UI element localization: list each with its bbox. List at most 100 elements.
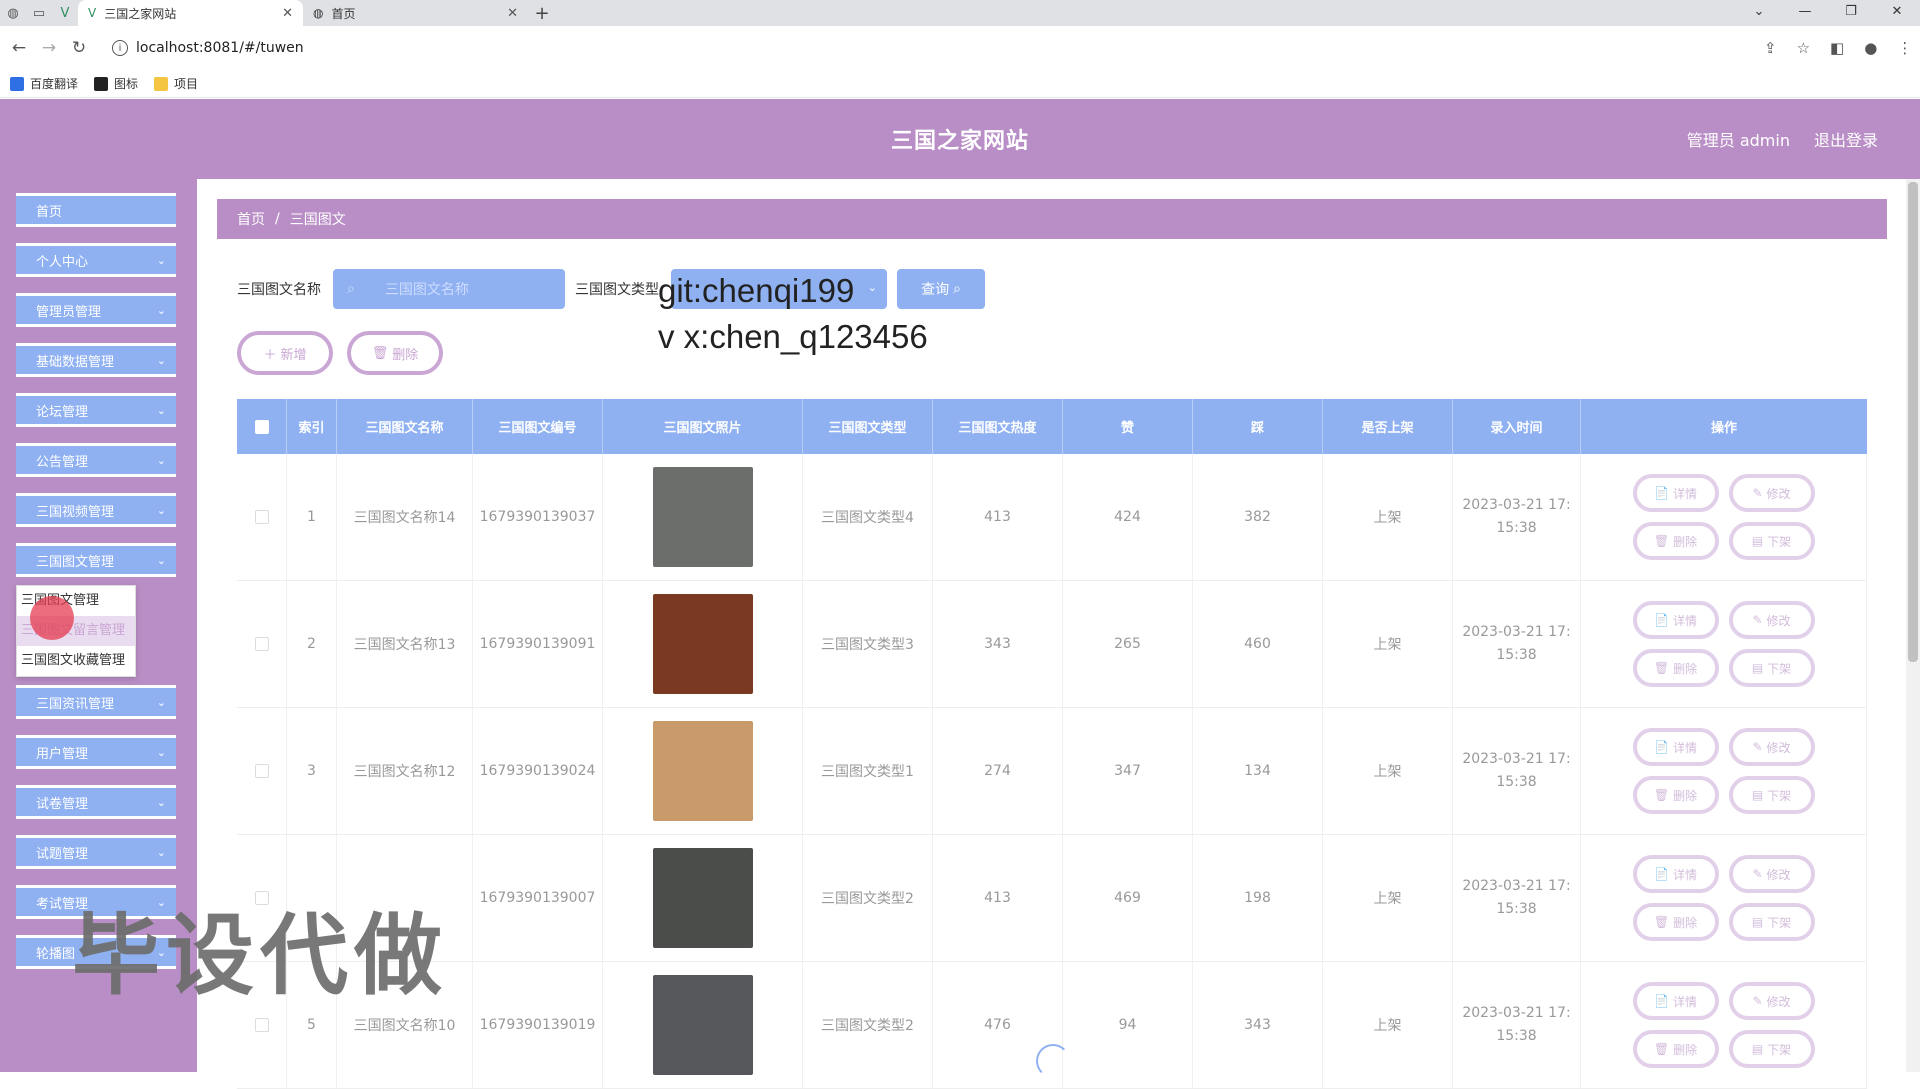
page-scrollbar-thumb[interactable] xyxy=(1908,182,1918,662)
close-icon[interactable]: ✕ xyxy=(282,6,293,21)
sidebar-item-forum[interactable]: 论坛管理 ⌄ xyxy=(16,393,176,427)
delete-button[interactable]: 🗑 删除 xyxy=(1632,776,1719,814)
sidebar-item-tuwen[interactable]: 三国图文管理 ⌄ xyxy=(16,543,176,577)
header-photo[interactable]: 三国图文照片 xyxy=(603,399,803,454)
sidebar-item-admins[interactable]: 管理员管理 ⌄ xyxy=(16,293,176,327)
batch-delete-button[interactable]: 🗑 删除 xyxy=(347,331,443,375)
sidebar-item-basic-data[interactable]: 基础数据管理 ⌄ xyxy=(16,343,176,377)
unshelf-button[interactable]: ▤ 下架 xyxy=(1728,1030,1815,1068)
unshelf-button[interactable]: ▤ 下架 xyxy=(1728,776,1815,814)
watermark-banner: 毕设代做 xyxy=(72,904,449,1007)
index-cell: 3 xyxy=(287,708,337,834)
back-icon[interactable]: ← xyxy=(4,38,34,58)
detail-button[interactable]: 📄 详情 xyxy=(1632,728,1719,766)
select-all-checkbox[interactable] xyxy=(254,419,269,434)
sidebar-item-home[interactable]: 首页 xyxy=(16,193,176,227)
header-index: 索引 xyxy=(287,399,337,454)
header-name[interactable]: 三国图文名称 xyxy=(337,399,473,454)
query-button[interactable]: 查询 ⌕ xyxy=(897,269,985,309)
star-icon[interactable]: ☆ xyxy=(1797,39,1810,57)
reload-icon[interactable]: ↻ xyxy=(64,38,94,58)
url-field[interactable]: i localhost:8081/#/tuwen xyxy=(104,33,1744,63)
detail-button-label: 详情 xyxy=(1672,740,1697,755)
sidepanel-icon[interactable]: ◧ xyxy=(1830,39,1844,57)
breadcrumb-home[interactable]: 首页 xyxy=(237,209,265,229)
profile-icon[interactable]: ● xyxy=(1864,39,1877,57)
header-heat[interactable]: 三国图文热度 xyxy=(933,399,1063,454)
sidebar-item-label: 公告管理 xyxy=(36,454,89,470)
edit-button[interactable]: ✎ 修改 xyxy=(1728,728,1815,766)
shelf-cell: 上架 xyxy=(1323,454,1453,580)
row-checkbox[interactable] xyxy=(254,764,269,778)
tab-inactive[interactable]: ◍ 首页 ✕ xyxy=(303,0,528,26)
sidebar-item-news[interactable]: 三国资讯管理 ⌄ xyxy=(16,685,176,719)
header-date[interactable]: 录入时间 xyxy=(1453,399,1581,454)
time-text: 15:38 xyxy=(1496,647,1537,663)
sidebar-item-profile[interactable]: 个人中心 ⌄ xyxy=(16,243,176,277)
code-cell: 1679390139037 xyxy=(473,454,603,580)
forward-icon[interactable]: → xyxy=(34,38,64,58)
edit-button[interactable]: ✎ 修改 xyxy=(1728,601,1815,639)
like-cell: 469 xyxy=(1063,835,1193,961)
globe-icon[interactable]: ◍ xyxy=(0,0,26,26)
close-icon[interactable]: ✕ xyxy=(507,6,518,21)
unshelf-button[interactable]: ▤ 下架 xyxy=(1728,903,1815,941)
unshelf-button[interactable]: ▤ 下架 xyxy=(1728,649,1815,687)
detail-button[interactable]: 📄 详情 xyxy=(1632,982,1719,1020)
time-text: 15:38 xyxy=(1496,774,1537,790)
delete-button[interactable]: 🗑 删除 xyxy=(1632,903,1719,941)
share-icon[interactable]: ⇪ xyxy=(1764,39,1777,57)
header-dislike[interactable]: 踩 xyxy=(1193,399,1323,454)
delete-button[interactable]: 🗑 删除 xyxy=(1632,1030,1719,1068)
new-tab-button[interactable]: + xyxy=(528,0,556,26)
header-shelf[interactable]: 是否上架 xyxy=(1323,399,1453,454)
edit-button[interactable]: ✎ 修改 xyxy=(1728,982,1815,1020)
close-icon[interactable]: ✕ xyxy=(1874,0,1920,22)
tab-favicon-icon[interactable]: ▭ xyxy=(26,0,52,26)
restore-icon[interactable]: ❐ xyxy=(1828,0,1874,22)
trash-icon: 🗑 xyxy=(1653,788,1670,802)
row-checkbox-cell xyxy=(237,454,287,580)
detail-button[interactable]: 📄 详情 xyxy=(1632,474,1719,512)
delete-button[interactable]: 🗑 删除 xyxy=(1632,649,1719,687)
bookmark-project[interactable]: 项目 xyxy=(154,75,198,92)
header-like[interactable]: 赞 xyxy=(1063,399,1193,454)
chevron-down-icon[interactable]: ⌄ xyxy=(1736,0,1782,22)
info-icon[interactable]: i xyxy=(112,40,128,56)
edit-button[interactable]: ✎ 修改 xyxy=(1728,855,1815,893)
sidebar-item-users[interactable]: 用户管理 ⌄ xyxy=(16,735,176,769)
ops-cell: 📄 详情 ✎ 修改 🗑 删除 ▤ 下架 xyxy=(1581,962,1867,1088)
chevron-down-icon: ⌄ xyxy=(156,745,166,759)
submenu-item-tuwen-favorites[interactable]: 三国图文收藏管理 xyxy=(17,646,135,676)
header-code[interactable]: 三国图文编号 xyxy=(473,399,603,454)
edit-button-label: 修改 xyxy=(1766,867,1791,882)
header-type[interactable]: 三国图文类型 xyxy=(803,399,933,454)
logout-link[interactable]: 退出登录 xyxy=(1814,127,1878,151)
vue-icon[interactable]: V xyxy=(52,0,78,26)
select-all-checkbox-cell[interactable] xyxy=(237,399,287,454)
like-cell: 265 xyxy=(1063,581,1193,707)
sidebar-item-video[interactable]: 三国视频管理 ⌄ xyxy=(16,493,176,527)
bookmark-icons[interactable]: 图标 xyxy=(94,75,138,92)
row-checkbox[interactable] xyxy=(254,637,269,651)
minimize-icon[interactable]: — xyxy=(1782,0,1828,22)
add-button[interactable]: ＋新增 xyxy=(237,331,333,375)
dislike-cell: 343 xyxy=(1193,962,1323,1088)
more-icon[interactable]: ⋮ xyxy=(1897,39,1912,57)
tab-active[interactable]: V 三国之家网站 ✕ xyxy=(78,0,303,26)
row-checkbox[interactable] xyxy=(254,1018,269,1032)
chevron-down-icon: ⌄ xyxy=(156,403,166,417)
sidebar-item-questions[interactable]: 试题管理 ⌄ xyxy=(16,835,176,869)
sidebar-item-papers[interactable]: 试卷管理 ⌄ xyxy=(16,785,176,819)
name-search-input[interactable]: ⌕ 三国图文名称 xyxy=(333,269,565,309)
sidebar-item-label: 论坛管理 xyxy=(36,404,89,420)
detail-button[interactable]: 📄 详情 xyxy=(1632,601,1719,639)
edit-button[interactable]: ✎ 修改 xyxy=(1728,474,1815,512)
sidebar-item-notice[interactable]: 公告管理 ⌄ xyxy=(16,443,176,477)
admin-label: 管理员 admin xyxy=(1686,131,1790,150)
delete-button[interactable]: 🗑 删除 xyxy=(1632,522,1719,560)
row-checkbox[interactable] xyxy=(254,510,269,524)
detail-button[interactable]: 📄 详情 xyxy=(1632,855,1719,893)
bookmark-baidu-translate[interactable]: 百度翻译 xyxy=(10,75,78,92)
unshelf-button[interactable]: ▤ 下架 xyxy=(1728,522,1815,560)
